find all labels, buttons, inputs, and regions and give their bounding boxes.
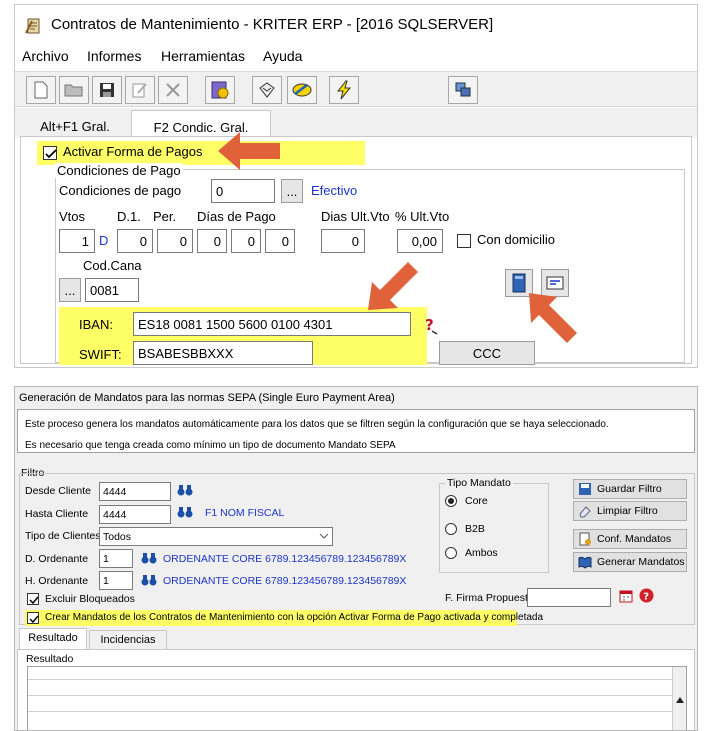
- binoculars-icon[interactable]: [141, 573, 157, 587]
- check-icon: [29, 596, 39, 605]
- grid-row: [28, 695, 674, 696]
- arrow-activar: [218, 132, 280, 170]
- h-ordenante-field[interactable]: 1: [99, 571, 133, 590]
- radio-ambos-label: Ambos: [465, 547, 498, 559]
- hasta-cliente-label: Hasta Cliente: [25, 508, 89, 520]
- scroll-up-icon[interactable]: [676, 697, 684, 703]
- tipo-clientes-label: Tipo de Clientes: [25, 530, 101, 542]
- arrow-iban: [368, 262, 418, 310]
- help-icon[interactable]: ?: [639, 588, 654, 603]
- info-line-2: Es necesario que tenga creada como mínim…: [25, 440, 396, 451]
- window-title: Generación de Mandatos para las normas S…: [19, 392, 395, 404]
- calendar-icon[interactable]: [619, 589, 633, 603]
- resultado-grid[interactable]: [27, 666, 687, 730]
- info-line-1: Este proceso genera los mandatos automát…: [25, 419, 609, 430]
- save-icon: [579, 483, 591, 495]
- radio-ambos[interactable]: [445, 547, 457, 559]
- tipo-clientes-value: Todos: [103, 531, 132, 543]
- tab-incidencias[interactable]: Incidencias: [89, 630, 167, 650]
- info-box: Este proceso genera los mandatos automát…: [17, 409, 695, 453]
- guardar-filtro-label: Guardar Filtro: [597, 483, 662, 495]
- vertical-scrollbar[interactable]: [672, 667, 686, 730]
- conf-mandatos-label: Conf. Mandatos: [597, 533, 672, 545]
- desde-cliente-field[interactable]: 4444: [99, 482, 171, 501]
- svg-text:?: ?: [643, 592, 649, 603]
- binoculars-icon[interactable]: [177, 483, 193, 497]
- generar-mandatos-button[interactable]: Generar Mandatos: [573, 552, 687, 572]
- radio-b2b-label: B2B: [465, 523, 485, 535]
- d-ordenante-field[interactable]: 1: [99, 549, 133, 568]
- settings-doc-icon: [579, 532, 591, 546]
- crear-mandatos-label: Crear Mandatos de los Contratos de Mante…: [45, 612, 544, 623]
- guardar-filtro-button[interactable]: Guardar Filtro: [573, 479, 687, 499]
- d-ordenante-label: D. Ordenante: [25, 553, 89, 565]
- chevron-down-icon: [319, 533, 329, 539]
- radio-b2b[interactable]: [445, 523, 457, 535]
- f-firma-field[interactable]: [527, 588, 611, 607]
- f-firma-label: F. Firma Propuesta: [445, 592, 534, 604]
- excluir-bloqueados-label: Excluir Bloqueados: [45, 593, 135, 605]
- resultado-panel: Resultado: [17, 649, 695, 730]
- radio-core[interactable]: [445, 495, 457, 507]
- desde-cliente-label: Desde Cliente: [25, 485, 91, 497]
- result-tabs: Resultado Incidencias: [15, 627, 697, 650]
- tipo-mandato-label: Tipo Mandato: [445, 477, 513, 489]
- tipo-clientes-select[interactable]: Todos: [99, 527, 333, 546]
- h-ordenante-desc: ORDENANTE CORE 6789.123456789.123456789X: [163, 575, 407, 587]
- limpiar-filtro-label: Limpiar Filtro: [597, 505, 658, 517]
- d-ordenante-desc: ORDENANTE CORE 6789.123456789.123456789X: [163, 553, 407, 565]
- eraser-icon: [579, 506, 591, 518]
- grid-row: [28, 711, 674, 712]
- generar-mandatos-label: Generar Mandatos: [597, 556, 685, 568]
- hasta-cliente-field[interactable]: 4444: [99, 505, 171, 524]
- check-icon: [29, 615, 39, 624]
- grid-row: [28, 679, 674, 680]
- crear-mandatos-checkbox[interactable]: [27, 612, 39, 624]
- tab-resultado[interactable]: Resultado: [19, 628, 87, 650]
- sepa-window: Generación de Mandatos para las normas S…: [14, 386, 698, 731]
- excluir-bloqueados-checkbox[interactable]: [27, 593, 39, 605]
- resultado-label: Resultado: [26, 653, 74, 665]
- conf-mandatos-button[interactable]: Conf. Mandatos: [573, 529, 687, 549]
- f1-nom-fiscal: F1 NOM FISCAL: [205, 507, 285, 519]
- binoculars-icon[interactable]: [141, 551, 157, 565]
- binoculars-icon[interactable]: [177, 505, 193, 519]
- arrow-bank-button: [529, 293, 577, 343]
- limpiar-filtro-button[interactable]: Limpiar Filtro: [573, 501, 687, 521]
- h-ordenante-label: H. Ordenante: [25, 575, 89, 587]
- radio-core-label: Core: [465, 495, 488, 507]
- open-book-icon: [578, 556, 592, 569]
